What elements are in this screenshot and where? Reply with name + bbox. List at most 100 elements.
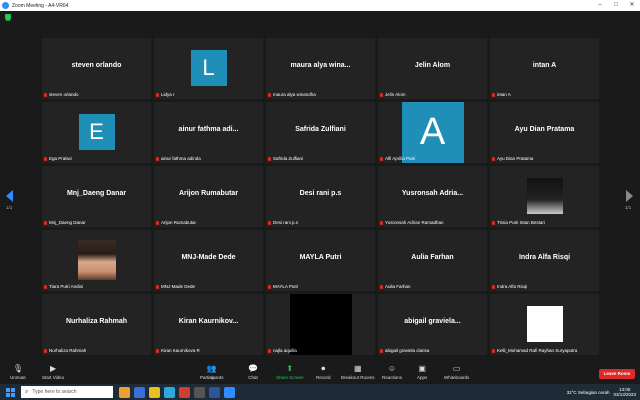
participant-tile[interactable]: Safrida Zulfiani Safrida Zulfiani <box>266 102 375 163</box>
participant-name: ainur fathma adi... <box>178 126 239 133</box>
participant-label: Ega Pratiwi <box>44 156 72 161</box>
participant-name: intan A <box>532 62 557 69</box>
participant-label: Desi rani p.s <box>268 220 298 225</box>
participant-label: Mnj_Daeng Danar <box>44 220 86 225</box>
participant-tile[interactable]: Indra Alfa Risqi Indra Alfa Risqi <box>490 230 599 291</box>
participant-tile[interactable]: Kiran Kaurnikov... Kiran Kaurnikova R <box>154 294 263 355</box>
windows-start-icon[interactable] <box>6 387 15 397</box>
edge-icon[interactable] <box>164 386 175 398</box>
participant-tile[interactable]: Mnj_Daeng Danar Mnj_Daeng Danar <box>42 166 151 227</box>
weather-status[interactable]: 32°C Sebagian cerah <box>567 390 610 395</box>
participant-label: maura alya winandha <box>268 92 316 97</box>
participant-tile[interactable]: Jelin Alom Jelin Alom <box>378 38 487 99</box>
prev-page-arrow-icon[interactable] <box>6 190 13 202</box>
participant-tile[interactable]: MAYLA Putri MAYLA Putri <box>266 230 375 291</box>
mic-muted-icon <box>492 220 495 225</box>
participant-tile[interactable]: Nurhaliza Rahmah Nurhaliza Rahmah <box>42 294 151 355</box>
participant-tile[interactable]: najla aquilla <box>266 294 375 355</box>
apps-button[interactable]: ▣ Apps <box>417 364 427 380</box>
video-feed <box>289 294 352 355</box>
start-video-button[interactable]: ▶ Start Video <box>42 364 64 380</box>
title-bar: Zoom Meeting - A4-VR64 – □ ✕ <box>0 0 640 11</box>
taskbar-app-icon[interactable] <box>134 386 145 398</box>
record-button[interactable]: ⏺ Record <box>316 364 331 380</box>
taskbar-app-icon[interactable] <box>194 386 205 398</box>
window-title: Zoom Meeting - A4-VR64 <box>12 2 69 9</box>
participant-label: Trisia Putri Intan Bestari <box>492 220 545 225</box>
next-page-arrow-icon[interactable] <box>626 190 633 202</box>
participant-tile[interactable]: Ayu Dian Pratama Ayu Dian Pratama <box>490 102 599 163</box>
word-icon[interactable] <box>209 386 220 398</box>
share-screen-icon: ⬆ <box>286 364 294 373</box>
participant-tile[interactable]: abigail graviela... abigail graviela clar… <box>378 294 487 355</box>
participant-tile[interactable]: Desi rani p.s Desi rani p.s <box>266 166 375 227</box>
taskbar-app-icon[interactable] <box>119 386 130 398</box>
participant-name: Nurhaliza Rahmah <box>65 318 128 325</box>
participant-tile[interactable]: intan A intan A <box>490 38 599 99</box>
participant-label: steven orlando <box>44 92 79 97</box>
mic-muted-icon <box>380 348 383 353</box>
mic-muted-icon <box>492 348 495 353</box>
participant-label: Lidya r <box>156 92 175 97</box>
file-explorer-icon[interactable] <box>149 386 160 398</box>
mic-muted-icon <box>156 156 159 161</box>
unmute-button[interactable]: 🎙 Unmute <box>10 364 26 380</box>
participant-name: MAYLA Putri <box>299 254 342 261</box>
participant-tile[interactable]: Trisia Putri Intan Bestari <box>490 166 599 227</box>
participant-name: Aulia Farhan <box>411 254 454 261</box>
meeting-toolbar: 🎙 Unmute ▶ Start Video 👥52 Participants 💬 Ch… <box>0 362 640 384</box>
participant-name: steven orlando <box>71 62 122 69</box>
mic-muted-icon <box>492 156 495 161</box>
participant-label: Safrida Zulfiani <box>268 156 303 161</box>
participant-tile[interactable]: Yusronsah Adria... Yusronsah Adrian Ramad… <box>378 166 487 227</box>
mic-muted-icon <box>492 92 495 97</box>
share-screen-button[interactable]: ⬆ Share Screen <box>276 364 304 380</box>
participant-label: Tiara Putri Andini <box>44 284 83 289</box>
security-shield-icon[interactable] <box>5 14 11 21</box>
participant-label: MAYLA Putri <box>268 284 298 289</box>
mic-muted-icon <box>44 284 47 289</box>
participant-label: ainur fathma adinda <box>156 156 201 161</box>
minimize-icon[interactable]: – <box>592 0 608 11</box>
participant-tile[interactable]: E Ega Pratiwi <box>42 102 151 163</box>
mic-muted-icon <box>268 284 271 289</box>
participant-tile[interactable]: ainur fathma adi... ainur fathma adinda <box>154 102 263 163</box>
mic-muted-icon <box>44 156 47 161</box>
whiteboards-button[interactable]: ▭ Whiteboards <box>444 364 469 380</box>
breakout-rooms-button[interactable]: ▦ Breakout Rooms <box>341 364 375 380</box>
participant-tile[interactable]: Aulia Farhan Aulia Farhan <box>378 230 487 291</box>
mic-muted-icon <box>492 284 495 289</box>
taskbar-search-input[interactable]: ⌕ Type here to search <box>21 386 113 398</box>
participant-name: Kiran Kaurnikov... <box>178 318 239 325</box>
chat-button[interactable]: 💬 Chat <box>248 364 258 380</box>
participants-button[interactable]: 👥52 Participants <box>200 364 224 380</box>
close-icon[interactable]: ✕ <box>624 0 640 11</box>
leave-room-button[interactable]: Leave Room <box>599 369 635 379</box>
taskbar-clock[interactable]: 13:05 03/13/2023 <box>613 387 636 397</box>
participant-tile[interactable]: steven orlando steven orlando <box>42 38 151 99</box>
participant-name: Desi rani p.s <box>299 190 342 197</box>
reactions-button[interactable]: ☺ Reactions <box>382 364 402 380</box>
chrome-icon[interactable] <box>179 386 190 398</box>
participant-name: Yusronsah Adria... <box>401 190 464 197</box>
participant-tile[interactable]: Kelli_Muhamad Rafi Rayhan Suryaputra <box>490 294 599 355</box>
participant-name: Mnj_Daeng Danar <box>66 190 127 197</box>
participant-label: Nurhaliza Rahmah <box>44 348 86 353</box>
participant-label: Kelli_Muhamad Rafi Rayhan Suryaputra <box>492 348 577 353</box>
zoom-taskbar-icon[interactable] <box>224 386 235 398</box>
avatar: A <box>401 102 464 163</box>
mic-muted-icon <box>380 92 383 97</box>
participant-tile[interactable]: L Lidya r <box>154 38 263 99</box>
prev-page-number: 1/1 <box>6 205 13 210</box>
mic-muted-icon <box>44 348 47 353</box>
participant-tile[interactable]: Arijon Rumabutar Arijon Rumabutar <box>154 166 263 227</box>
participant-name: maura alya wina... <box>290 62 351 69</box>
mic-muted-icon <box>380 284 383 289</box>
participant-label: Yusronsah Adrian Ramadhan <box>380 220 444 225</box>
participant-tile[interactable]: A Alfi Aprilia Putri <box>378 102 487 163</box>
participant-tile[interactable]: Tiara Putri Andini <box>42 230 151 291</box>
mic-muted-icon <box>268 92 271 97</box>
participant-tile[interactable]: maura alya wina... maura alya winandha <box>266 38 375 99</box>
participant-tile[interactable]: MNJ-Made Dede MNJ-Made Dede <box>154 230 263 291</box>
maximize-icon[interactable]: □ <box>608 0 624 11</box>
